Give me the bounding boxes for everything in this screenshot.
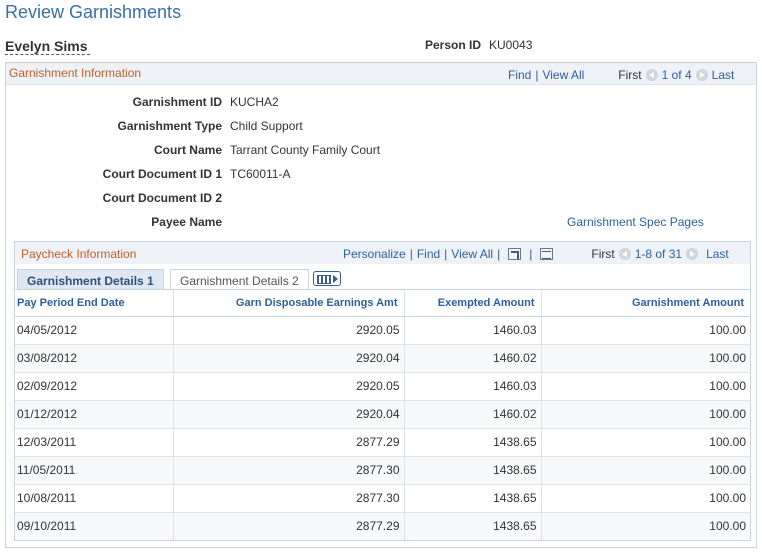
nav-separator: | bbox=[535, 68, 539, 82]
table-row: 10/08/2011 2877.30 1438.65 100.00 bbox=[15, 483, 750, 512]
last-link[interactable]: Last bbox=[712, 68, 735, 82]
disposable-earnings-cell: 2920.04 bbox=[173, 399, 405, 428]
garnishment-information-header: Garnishment Information Find | View All … bbox=[6, 63, 756, 85]
table-row: 01/12/2012 2920.04 1460.02 100.00 bbox=[15, 399, 750, 428]
personalize-link[interactable]: Personalize bbox=[343, 247, 406, 261]
nav-separator: | bbox=[497, 247, 501, 261]
next-arrow-icon[interactable] bbox=[686, 248, 699, 260]
nav-separator: | bbox=[444, 247, 448, 261]
previous-arrow-icon[interactable] bbox=[645, 69, 658, 81]
exempted-amount-cell: 1460.03 bbox=[404, 371, 542, 400]
zoom-grid-icon[interactable] bbox=[508, 248, 522, 260]
column-header-garn-disposable-earnings-amt[interactable]: Garn Disposable Earnings Amt bbox=[173, 290, 405, 317]
garnishment-amount-cell: 100.00 bbox=[541, 511, 750, 540]
garnishment-type-label: Garnishment Type bbox=[117, 119, 222, 133]
exempted-amount-cell: 1460.02 bbox=[404, 343, 542, 372]
disposable-earnings-cell: 2877.30 bbox=[173, 483, 405, 512]
find-link[interactable]: Find bbox=[417, 247, 440, 261]
show-all-columns-icon[interactable] bbox=[313, 271, 341, 286]
pay-period-end-date-cell: 10/08/2011 bbox=[15, 483, 174, 512]
court-name-value: Tarrant County Family Court bbox=[230, 143, 381, 157]
exempted-amount-cell: 1438.65 bbox=[404, 427, 542, 456]
garnishment-id-value: KUCHA2 bbox=[230, 95, 279, 109]
first-label: First bbox=[618, 68, 642, 82]
paycheck-nav: Personalize | Find | View All | | First … bbox=[343, 247, 729, 261]
paycheck-table: Pay Period End Date Garn Disposable Earn… bbox=[15, 290, 750, 540]
previous-arrow-icon[interactable] bbox=[618, 248, 631, 260]
disposable-earnings-cell: 2877.29 bbox=[173, 511, 405, 540]
court-document-id-2-label: Court Document ID 2 bbox=[102, 191, 222, 205]
nav-separator: | bbox=[529, 247, 533, 261]
garnishment-type-value: Child Support bbox=[230, 119, 303, 133]
page-title: Review Garnishments bbox=[5, 2, 182, 22]
exempted-amount-cell: 1438.65 bbox=[404, 455, 542, 484]
pay-period-end-date-cell: 09/10/2011 bbox=[15, 511, 174, 540]
exempted-amount-cell: 1438.65 bbox=[404, 483, 542, 512]
person-id-label: Person ID bbox=[425, 38, 482, 52]
paycheck-information-grid: Paycheck Information Personalize | Find … bbox=[14, 241, 751, 541]
table-row: 04/05/2012 2920.05 1460.03 100.00 bbox=[15, 315, 750, 344]
row-count: 1 of 4 bbox=[661, 68, 692, 82]
court-document-id-1-value: TC60011-A bbox=[230, 167, 291, 181]
pay-period-end-date-cell: 11/05/2011 bbox=[15, 455, 174, 484]
table-row: 03/08/2012 2920.04 1460.02 100.00 bbox=[15, 343, 750, 372]
table-row: 11/05/2011 2877.30 1438.65 100.00 bbox=[15, 455, 750, 484]
garnishment-spec-pages-link[interactable]: Garnishment Spec Pages bbox=[567, 215, 704, 229]
court-document-id-1-label: Court Document ID 1 bbox=[102, 167, 222, 181]
column-header-exempted-amount[interactable]: Exempted Amount bbox=[404, 290, 542, 317]
column-header-garnishment-amount[interactable]: Garnishment Amount bbox=[541, 290, 750, 317]
find-link[interactable]: Find bbox=[508, 68, 531, 82]
view-all-link[interactable]: View All bbox=[451, 247, 493, 261]
exempted-amount-cell: 1460.03 bbox=[404, 315, 542, 344]
disposable-earnings-cell: 2920.05 bbox=[173, 371, 405, 400]
nav-separator: | bbox=[409, 247, 413, 261]
last-link[interactable]: Last bbox=[706, 247, 729, 261]
garnishment-amount-cell: 100.00 bbox=[541, 315, 750, 344]
garnishment-amount-cell: 100.00 bbox=[541, 399, 750, 428]
garnishment-amount-cell: 100.00 bbox=[541, 427, 750, 456]
pay-period-end-date-cell: 12/03/2011 bbox=[15, 427, 174, 456]
next-arrow-icon[interactable] bbox=[695, 69, 708, 81]
download-grid-icon[interactable] bbox=[540, 248, 554, 260]
garnishment-nav: Find | View All First 1 of 4 Last bbox=[508, 68, 734, 82]
table-row: 12/03/2011 2877.29 1438.65 100.00 bbox=[15, 427, 750, 456]
table-row: 09/10/2011 2877.29 1438.65 100.00 bbox=[15, 511, 750, 540]
garnishment-amount-cell: 100.00 bbox=[541, 483, 750, 512]
disposable-earnings-cell: 2920.04 bbox=[173, 343, 405, 372]
exempted-amount-cell: 1460.02 bbox=[404, 399, 542, 428]
pay-period-end-date-cell: 01/12/2012 bbox=[15, 399, 174, 428]
garnishment-amount-cell: 100.00 bbox=[541, 371, 750, 400]
disposable-earnings-cell: 2877.29 bbox=[173, 427, 405, 456]
row-count: 1-8 of 31 bbox=[634, 247, 683, 261]
column-header-pay-period-end-date[interactable]: Pay Period End Date bbox=[15, 290, 174, 317]
disposable-earnings-cell: 2920.05 bbox=[173, 315, 405, 344]
person-id-value: KU0043 bbox=[489, 38, 533, 52]
garnishment-amount-cell: 100.00 bbox=[541, 455, 750, 484]
table-header-row: Pay Period End Date Garn Disposable Earn… bbox=[15, 290, 750, 317]
tab-garnishment-details-2[interactable]: Garnishment Details 2 bbox=[170, 269, 309, 290]
payee-name-label: Payee Name bbox=[151, 215, 222, 229]
exempted-amount-cell: 1438.65 bbox=[404, 511, 542, 540]
table-row: 02/09/2012 2920.05 1460.03 100.00 bbox=[15, 371, 750, 400]
tab-garnishment-details-1[interactable]: Garnishment Details 1 bbox=[17, 269, 164, 290]
pay-period-end-date-cell: 03/08/2012 bbox=[15, 343, 174, 372]
pay-period-end-date-cell: 04/05/2012 bbox=[15, 315, 174, 344]
garnishment-information-section: Garnishment Information Find | View All … bbox=[5, 62, 757, 548]
paycheck-information-header: Paycheck Information Personalize | Find … bbox=[15, 242, 750, 264]
garnishment-information-title: Garnishment Information bbox=[9, 66, 142, 80]
garnishment-id-label: Garnishment ID bbox=[132, 95, 222, 109]
paycheck-information-title: Paycheck Information bbox=[21, 247, 137, 261]
pay-period-end-date-cell: 02/09/2012 bbox=[15, 371, 174, 400]
person-name: Evelyn Sims bbox=[5, 38, 90, 55]
disposable-earnings-cell: 2877.30 bbox=[173, 455, 405, 484]
view-all-link[interactable]: View All bbox=[542, 68, 584, 82]
garnishment-amount-cell: 100.00 bbox=[541, 343, 750, 372]
court-name-label: Court Name bbox=[153, 143, 222, 157]
first-label: First bbox=[591, 247, 615, 261]
